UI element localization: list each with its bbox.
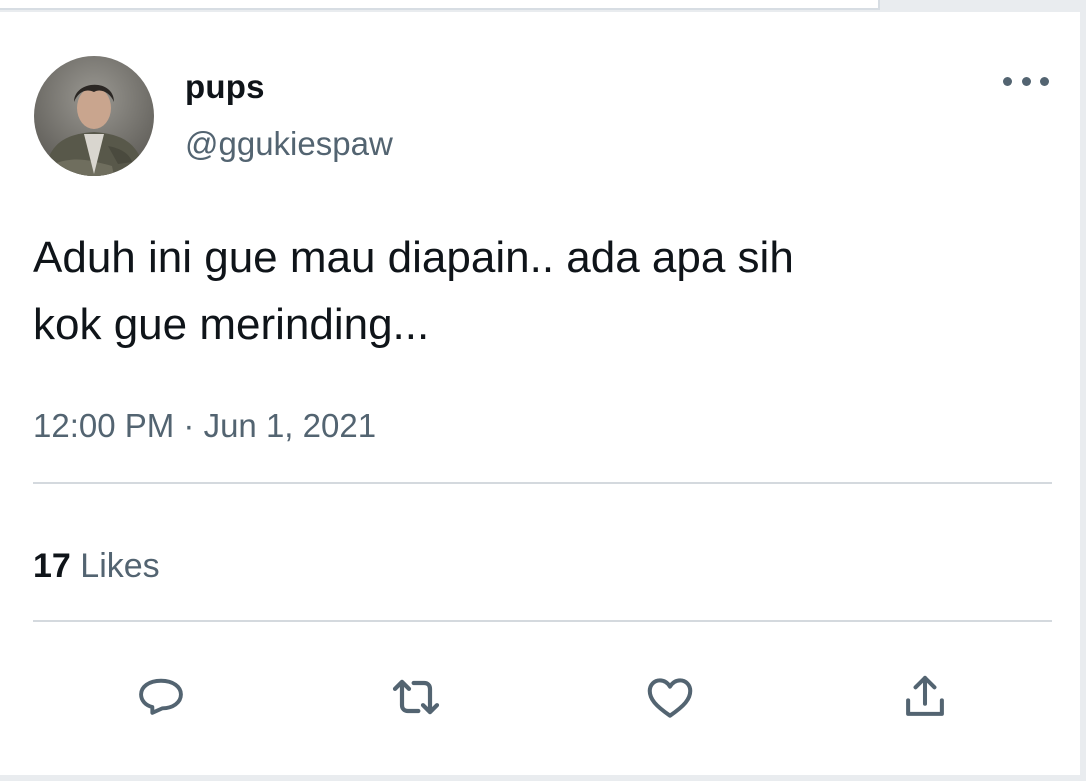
more-horizontal-icon[interactable]: [1003, 68, 1049, 94]
likes-label: Likes: [80, 547, 160, 585]
avatar[interactable]: [34, 56, 154, 176]
divider: [33, 482, 1052, 484]
reply-icon: [139, 678, 183, 715]
more-dot: [1021, 76, 1031, 86]
display-name[interactable]: pups: [185, 68, 265, 106]
more-dot: [1040, 76, 1049, 86]
share-icon: [906, 675, 944, 716]
divider: [33, 620, 1052, 622]
share-button[interactable]: [895, 667, 955, 727]
avatar-photo: [34, 56, 154, 176]
reply-button[interactable]: [131, 667, 191, 727]
retweet-button[interactable]: [386, 667, 446, 727]
like-button[interactable]: [640, 667, 700, 727]
likes-count: 17: [33, 547, 71, 585]
top-edge-strip: [0, 0, 880, 10]
tweet-card: pups @ggukiespaw Aduh ini gue mau diapai…: [0, 12, 1080, 775]
screenshot-frame: pups @ggukiespaw Aduh ini gue mau diapai…: [0, 0, 1086, 781]
tweet-text: Aduh ini gue mau diapain.. ada apa sih k…: [33, 224, 1033, 358]
tweet-text-line: kok gue merinding...: [33, 300, 430, 349]
tweet-text-line: Aduh ini gue mau diapain.. ada apa sih: [33, 233, 794, 282]
retweet-icon: [392, 679, 440, 715]
tweet-timestamp[interactable]: 12:00 PM · Jun 1, 2021: [33, 407, 376, 445]
likes-stat[interactable]: 17 Likes: [33, 547, 160, 586]
heart-icon: [647, 678, 693, 718]
more-dot: [1003, 76, 1012, 86]
user-handle[interactable]: @ggukiespaw: [185, 125, 393, 163]
